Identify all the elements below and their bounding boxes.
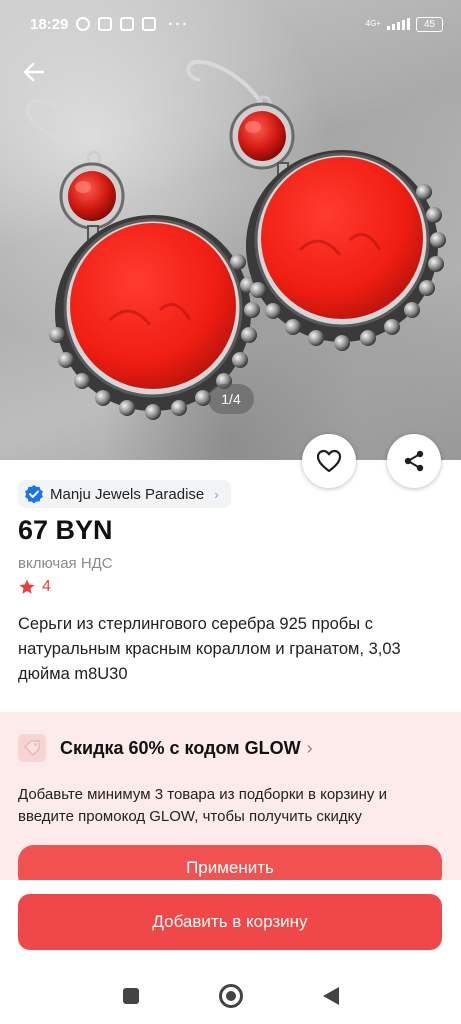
rating-value: 4 [42, 578, 51, 595]
share-icon [404, 450, 424, 472]
status-notification-icons: ··· [76, 16, 189, 33]
product-rating[interactable]: 4 [18, 578, 51, 596]
share-button[interactable] [387, 434, 441, 488]
vat-note: включая НДС [18, 555, 113, 572]
status-bar: 18:29 ··· 4G+ 45 [0, 0, 461, 48]
message-icon [142, 17, 157, 31]
product-price: 67 BYN [18, 515, 113, 545]
promo-title: Скидка 60% с кодом GLOW › [60, 737, 313, 758]
star-icon [19, 579, 35, 594]
signal-icon [387, 18, 410, 30]
verified-badge-icon [25, 485, 43, 504]
battery-icon: 45 [416, 16, 443, 32]
status-time: 18:29 [30, 15, 69, 33]
back-button[interactable] [18, 56, 50, 88]
store-chip[interactable]: Manju Jewels Paradise › [18, 480, 231, 508]
home-button[interactable] [218, 984, 243, 1008]
status-right: 4G+ 45 [365, 16, 443, 32]
more-notifications-icon: ··· [168, 15, 190, 33]
coupon-tag-icon [18, 734, 46, 762]
product-screen: 18:29 ··· 4G+ 45 1/4 Manju Jewels Paradi… [0, 0, 461, 1024]
alarm-icon [76, 17, 91, 31]
system-navigation-bar [0, 968, 461, 1024]
chevron-right-icon: › [214, 486, 219, 502]
add-to-cart-button[interactable]: Добавить в корзину [18, 894, 442, 950]
promo-header[interactable]: Скидка 60% с кодом GLOW › [18, 734, 313, 762]
app-notification-icon [98, 17, 113, 31]
promo-description: Добавьте минимум 3 товара из подборки в … [18, 786, 387, 825]
recent-apps-button[interactable] [122, 988, 139, 1004]
network-type: 4G+ [365, 19, 381, 28]
arrow-left-icon [23, 62, 45, 82]
image-pager: 1/4 [208, 384, 254, 414]
music-icon [120, 17, 135, 31]
heart-icon [316, 449, 342, 473]
product-title: Серьги из стерлингового серебра 925 проб… [18, 615, 401, 683]
system-back-button[interactable] [322, 987, 339, 1005]
favorite-button[interactable] [302, 434, 356, 488]
store-name: Manju Jewels Paradise [50, 485, 205, 503]
chevron-right-icon: › [306, 737, 313, 758]
